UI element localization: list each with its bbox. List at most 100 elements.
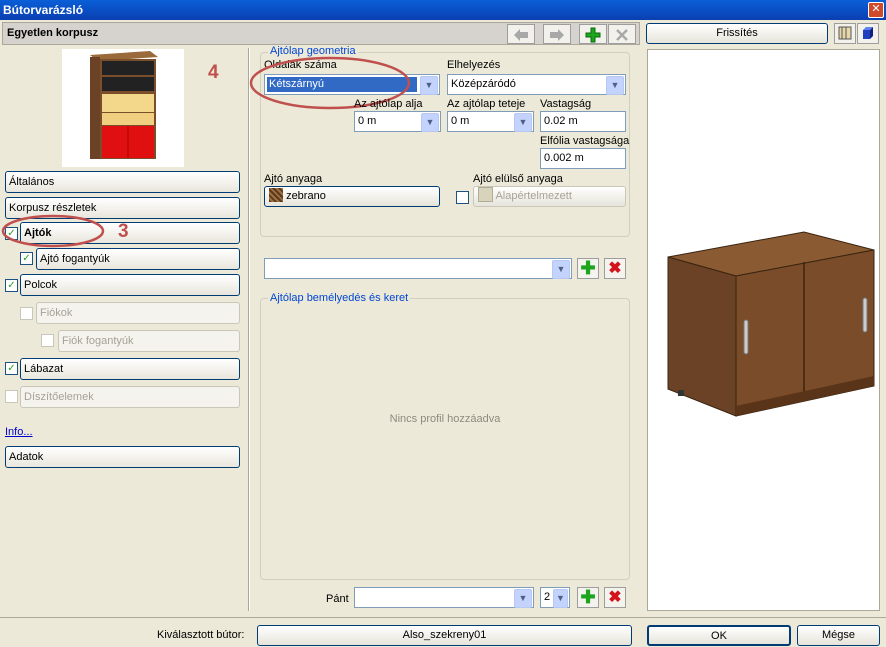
- delete-furniture-button[interactable]: [608, 24, 636, 44]
- anyag-label: Ajtó anyaga: [264, 173, 323, 185]
- elfolia-input[interactable]: 0.002 m: [540, 148, 626, 169]
- nav-labazat-label: Lábazat: [24, 363, 64, 375]
- nav-ajto-fogantyuk-label: Ajtó fogantyúk: [40, 253, 110, 265]
- check-icon: ✓: [7, 280, 16, 291]
- add-hinge-button[interactable]: ✚: [577, 587, 599, 608]
- header-bar: Egyetlen korpusz: [2, 22, 640, 45]
- nav-adatok[interactable]: Adatok: [5, 446, 240, 468]
- polcok-checkbox[interactable]: ✓: [5, 279, 18, 292]
- arrow-left-icon: [514, 29, 528, 41]
- add-furniture-button[interactable]: [579, 24, 607, 44]
- texture-icon: [838, 26, 852, 40]
- chevron-down-icon: ▼: [552, 260, 570, 279]
- nav-altalanos[interactable]: Általános: [5, 171, 240, 193]
- nav-altalanos-label: Általános: [9, 176, 55, 188]
- info-link[interactable]: Info...: [5, 426, 33, 438]
- teteje-select[interactable]: 0 m ▼: [447, 111, 534, 132]
- profile-group-label: Ajtólap bemélyedés és keret: [268, 292, 411, 304]
- alja-select[interactable]: 0 m ▼: [354, 111, 441, 132]
- hinge-count-select[interactable]: 2 ▼: [540, 587, 570, 608]
- eloelso-label: Ajtó elülső anyaga: [473, 173, 563, 185]
- profile-select[interactable]: ▼: [264, 258, 572, 279]
- window-titlebar: Bútorvarázsló: [0, 0, 886, 20]
- plus-icon: [585, 27, 601, 43]
- cancel-button[interactable]: Mégse: [797, 625, 880, 646]
- ok-button[interactable]: OK: [647, 625, 791, 646]
- elhelyezes-select[interactable]: Középzáródó ▼: [447, 74, 626, 95]
- close-icon: ✕: [871, 3, 881, 15]
- material-swatch-icon: [478, 187, 493, 202]
- annotation-3: 3: [118, 221, 129, 242]
- nav-fiok-fogantyuk: Fiók fogantyúk: [58, 330, 240, 352]
- delete-icon: ✖: [608, 260, 622, 277]
- check-icon: ✓: [7, 363, 16, 374]
- hinge-label: Pánt: [326, 593, 349, 605]
- nav-fiokok-label: Fiókok: [40, 307, 73, 319]
- vastagsag-input[interactable]: 0.02 m: [540, 111, 626, 132]
- nav-fiokok: Fiókok: [36, 302, 240, 324]
- cabinet-thumbnail-image: [90, 51, 158, 159]
- refresh-label: Frissítés: [716, 27, 758, 39]
- door-material-button[interactable]: zebrano: [264, 186, 440, 207]
- alja-label: Az ajtólap alja: [354, 98, 423, 110]
- chevron-down-icon: ▼: [553, 589, 568, 608]
- chevron-down-icon: ▼: [514, 113, 532, 132]
- hinge-select[interactable]: ▼: [354, 587, 534, 608]
- diszitoelemek-checkbox[interactable]: [5, 390, 18, 403]
- nav-diszitoelemek: Díszítőelemek: [20, 386, 240, 408]
- annotation-4: 4: [208, 62, 219, 83]
- ajto-fogantyuk-checkbox[interactable]: ✓: [20, 252, 33, 265]
- delete-profile-button[interactable]: ✖: [604, 258, 626, 279]
- nav-labazat[interactable]: Lábazat: [20, 358, 240, 380]
- teteje-value: 0 m: [451, 115, 470, 127]
- selected-furniture-label: Kiválasztott bútor:: [157, 629, 245, 641]
- fiokok-checkbox[interactable]: [20, 307, 33, 320]
- cube-icon: [863, 27, 873, 39]
- close-window-button[interactable]: ✕: [868, 2, 884, 18]
- vastagsag-label: Vastagság: [540, 98, 592, 110]
- plus-icon: ✚: [580, 587, 596, 607]
- material-swatch-icon: [269, 188, 283, 202]
- footer-separator: [0, 617, 886, 618]
- labazat-checkbox[interactable]: ✓: [5, 362, 18, 375]
- nav-diszitoelemek-label: Díszítőelemek: [24, 391, 94, 403]
- profile-empty-text: Nincs profil hozzáadva: [389, 413, 501, 425]
- delete-icon: ✖: [608, 589, 622, 606]
- selected-furniture-value: Also_szekreny01: [402, 629, 487, 641]
- delete-hinge-button[interactable]: ✖: [604, 587, 626, 608]
- nav-adatok-label: Adatok: [9, 451, 44, 463]
- fiok-fogantyuk-checkbox[interactable]: [41, 334, 54, 347]
- back-button[interactable]: [507, 24, 535, 44]
- door-material-value: zebrano: [286, 190, 326, 202]
- nav-ajto-fogantyuk[interactable]: Ajtó fogantyúk: [36, 248, 240, 270]
- page-title: Egyetlen korpusz: [7, 27, 99, 39]
- furniture-thumbnail: [62, 49, 184, 167]
- ok-label: OK: [711, 630, 727, 642]
- teteje-label: Az ajtólap teteje: [447, 98, 526, 110]
- arrow-right-icon: [550, 29, 564, 41]
- alja-value: 0 m: [358, 115, 377, 127]
- refresh-button[interactable]: Frissítés: [646, 23, 828, 44]
- plus-icon: ✚: [580, 258, 596, 278]
- window-title: Bútorvarázsló: [3, 3, 84, 17]
- check-icon: ✓: [22, 253, 31, 264]
- add-profile-button[interactable]: ✚: [577, 258, 599, 279]
- 3d-view-button[interactable]: [857, 23, 879, 44]
- elfolia-value: 0.002 m: [544, 152, 584, 164]
- front-material-button: Alapértelmezett: [473, 186, 626, 207]
- selected-furniture-button[interactable]: Also_szekreny01: [257, 625, 632, 646]
- nav-polcok[interactable]: Polcok: [20, 274, 240, 296]
- view-toggle-button[interactable]: [834, 23, 856, 44]
- vastagsag-value: 0.02 m: [544, 115, 578, 127]
- profile-group: [260, 298, 630, 580]
- x-icon: [616, 29, 628, 41]
- eloelso-checkbox[interactable]: [456, 191, 469, 204]
- front-material-value: Alapértelmezett: [495, 190, 572, 202]
- chevron-down-icon: ▼: [514, 589, 532, 608]
- nav-fiok-fogantyuk-label: Fiók fogantyúk: [62, 335, 134, 347]
- cancel-label: Mégse: [821, 629, 856, 641]
- hinge-count-value: 2: [544, 591, 551, 603]
- cabinet-preview-image: [667, 231, 875, 417]
- forward-button[interactable]: [543, 24, 571, 44]
- chevron-down-icon: ▼: [421, 113, 439, 132]
